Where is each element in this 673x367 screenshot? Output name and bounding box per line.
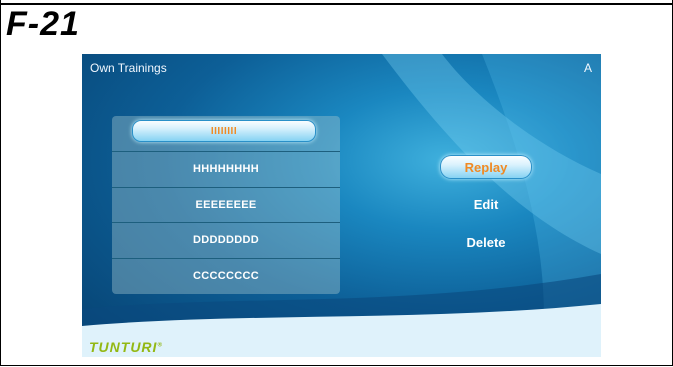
device-screen: Own Trainings A IIIIIIII HHHHHHHH EEEEEE…: [82, 54, 601, 357]
training-list: IIIIIIII HHHHHHHH EEEEEEEE DDDDDDDD CCCC…: [112, 116, 340, 294]
list-item[interactable]: EEEEEEEE: [112, 187, 340, 223]
top-rule: [0, 3, 673, 5]
list-item-label: DDDDDDDD: [193, 234, 259, 246]
list-item[interactable]: HHHHHHHH: [112, 151, 340, 187]
replay-button-label: Replay: [464, 159, 508, 175]
list-item[interactable]: DDDDDDDD: [112, 222, 340, 258]
list-item-label: IIIIIIII: [210, 125, 238, 137]
corner-label: A: [583, 61, 592, 75]
selected-training-highlight[interactable]: IIIIIIII: [132, 120, 316, 142]
figure-label: F-21: [6, 5, 80, 43]
delete-button[interactable]: Delete: [440, 235, 532, 250]
edit-button[interactable]: Edit: [440, 197, 532, 212]
registered-mark: ®: [157, 342, 163, 349]
logo-text: TUNTURI: [89, 339, 158, 355]
replay-button[interactable]: Replay: [440, 155, 532, 179]
screen-title: Own Trainings: [90, 61, 167, 75]
list-item[interactable]: IIIIIIII: [112, 116, 340, 152]
list-item-label: EEEEEEEE: [195, 199, 257, 211]
tunturi-logo: TUNTURI®: [89, 339, 163, 355]
list-item[interactable]: CCCCCCCC: [112, 258, 340, 294]
list-item-label: CCCCCCCC: [193, 270, 259, 282]
list-item-label: HHHHHHHH: [193, 163, 259, 175]
